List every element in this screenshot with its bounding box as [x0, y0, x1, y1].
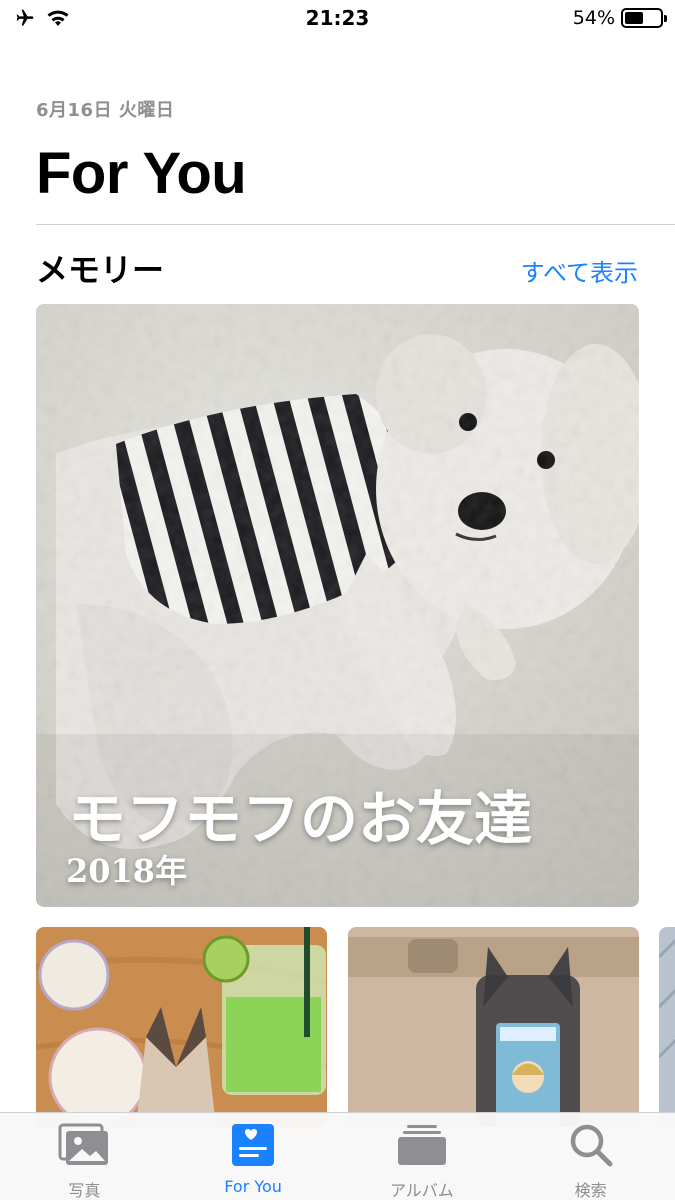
tab-albums[interactable]: アルバム [338, 1113, 507, 1200]
status-bar: 21:23 54% [0, 0, 675, 38]
tab-for-you[interactable]: For You [169, 1113, 338, 1200]
status-bar-right: 54% [572, 7, 667, 29]
memory-card[interactable] [348, 927, 639, 1127]
for-you-icon [232, 1124, 275, 1166]
memory-photo [659, 927, 675, 1127]
memory-photo [348, 927, 639, 1127]
tab-search-label: 検索 [574, 1181, 607, 1200]
see-all-link[interactable]: すべて表示 [521, 253, 638, 288]
tab-for-you-label: For You [224, 1177, 282, 1196]
featured-memory-year: 2018年 [66, 852, 188, 890]
featured-memory-card[interactable]: モフモフのお友達 2018年 [36, 304, 639, 907]
memory-card[interactable] [659, 927, 675, 1127]
memory-card[interactable] [36, 927, 327, 1127]
date-label: 6月16日 火曜日 [36, 100, 175, 121]
tab-photos-label: 写真 [68, 1181, 101, 1200]
battery-icon [621, 8, 667, 28]
battery-percent: 54% [572, 7, 615, 29]
tab-bar: 写真 For You アルバム 検索 [0, 1112, 675, 1200]
search-icon [570, 1124, 613, 1167]
featured-memory-title: モフモフのお友達 [68, 785, 533, 853]
memories-section-title: メモリー [36, 251, 165, 289]
tab-albums-label: アルバム [389, 1181, 454, 1200]
tab-search[interactable]: 検索 [506, 1113, 675, 1200]
tab-photos[interactable]: 写真 [0, 1113, 169, 1200]
battery-fill [625, 12, 643, 24]
header-divider [36, 224, 675, 225]
albums-icon [397, 1125, 446, 1165]
memory-photo [36, 927, 327, 1127]
page-title: For You [36, 141, 247, 206]
photos-icon [58, 1123, 109, 1165]
